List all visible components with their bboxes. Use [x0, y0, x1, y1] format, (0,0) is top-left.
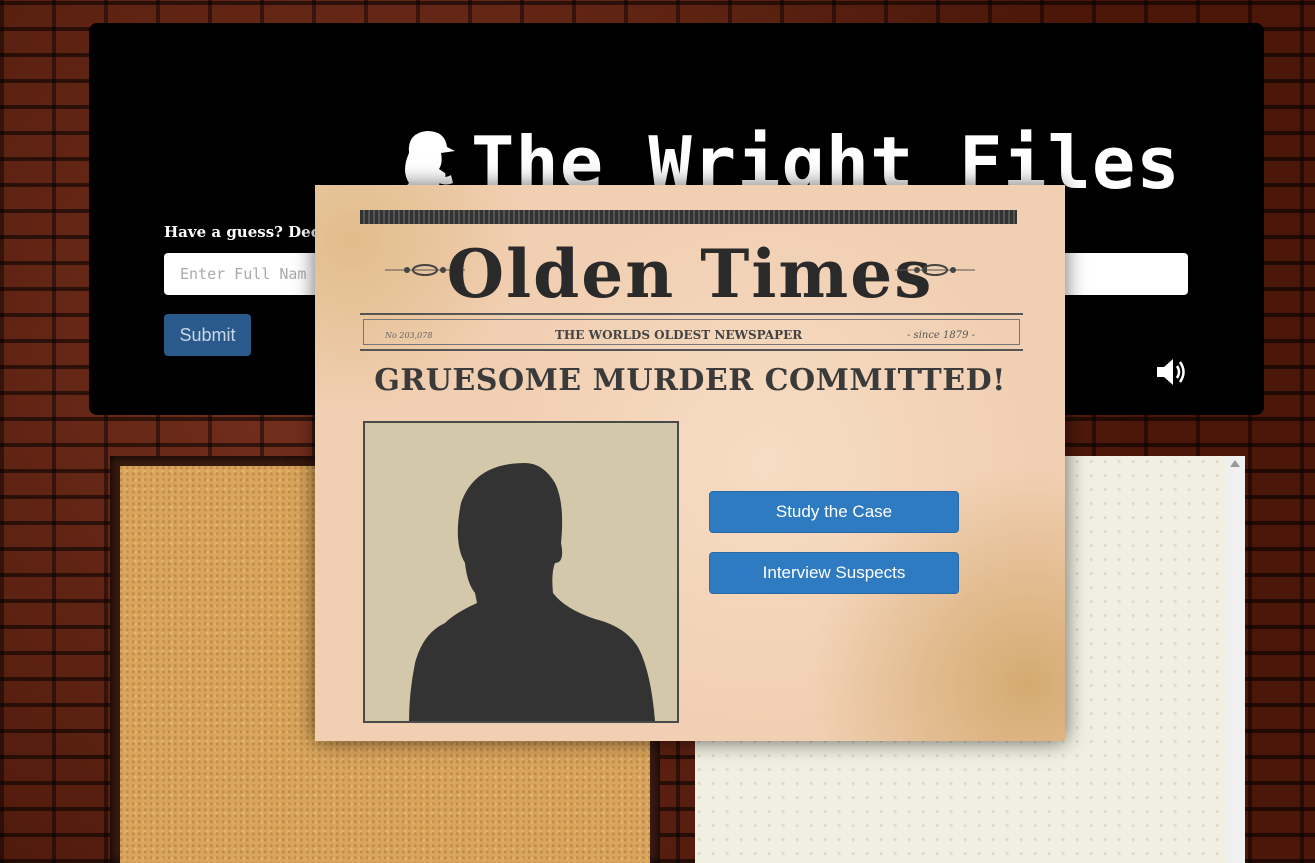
person-silhouette-icon	[409, 463, 655, 721]
submit-button[interactable]: Submit	[164, 314, 251, 356]
ornament-right-icon	[895, 264, 975, 276]
newspaper-issue: No 203,078	[385, 331, 433, 340]
guess-label: Have a guess? Dec	[164, 223, 320, 241]
newspaper-headline: GRUESOME MURDER COMMITTED!	[374, 363, 1006, 398]
study-case-button[interactable]: Study the Case	[709, 491, 959, 533]
newspaper-modal: Olden Times No 203,078 THE WORLDS OLDEST…	[315, 185, 1065, 741]
newspaper-since: - since 1879 -	[907, 330, 976, 341]
interview-suspects-button[interactable]: Interview Suspects	[709, 552, 959, 594]
sound-icon[interactable]	[1155, 356, 1189, 388]
newspaper-top-rule	[360, 210, 1017, 224]
scroll-up-icon[interactable]	[1230, 460, 1240, 467]
victim-photo	[363, 421, 679, 723]
newspaper-tagline: THE WORLDS OLDEST NEWSPAPER	[555, 328, 803, 342]
scrollbar[interactable]	[1225, 456, 1245, 863]
